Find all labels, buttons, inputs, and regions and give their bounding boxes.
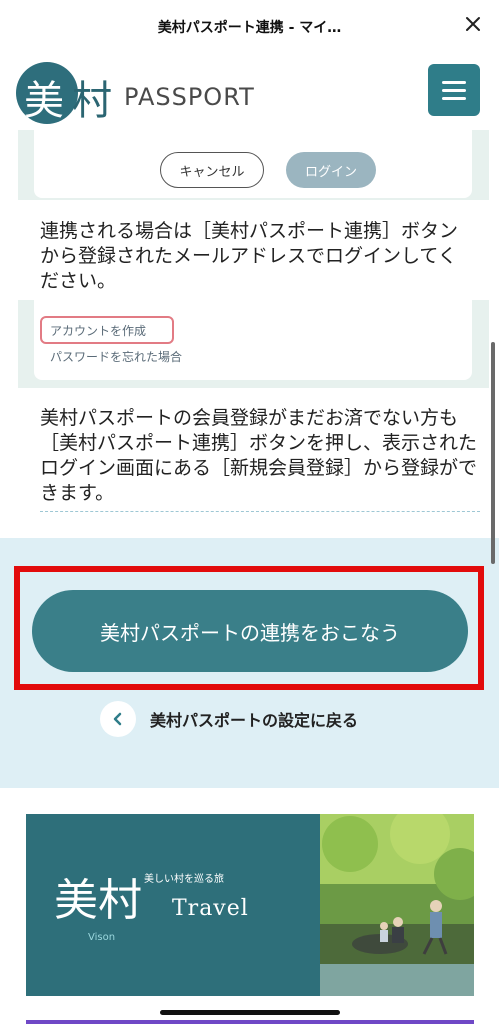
page-title: 美村パスポート連携 - マイ… <box>157 20 342 36</box>
hamburger-icon-bar <box>442 89 466 92</box>
login-button[interactable]: ログイン <box>286 152 376 188</box>
account-links-card: アカウントを作成 パスワードを忘れた場合 <box>34 300 472 380</box>
link-passport-button[interactable]: 美村パスポートの連携をおこなう <box>32 590 468 672</box>
hamburger-icon <box>442 81 466 84</box>
logo-kanji-2: 村 <box>72 78 112 124</box>
menu-button[interactable] <box>428 64 480 116</box>
banner-travel: Travel <box>172 896 249 921</box>
home-indicator[interactable] <box>160 1010 340 1015</box>
instruction-text-1: 連携される場合は［美村パスポート連携］ボタンから登録されたメールアドレスでログイ… <box>40 220 459 292</box>
banner-subtitle: 美しい村を巡る旅 <box>144 874 224 885</box>
back-link-label: 美村パスポートの設定に戻る <box>150 711 359 730</box>
logo-kanji: 美 <box>24 78 64 124</box>
site-header: 美 村 PASSPORT <box>0 56 499 130</box>
login-card: キャンセル ログイン <box>34 130 472 198</box>
forest-photo <box>320 814 474 996</box>
hamburger-icon-bar <box>442 97 466 100</box>
forgot-password-link[interactable]: パスワードを忘れた場合 <box>50 348 182 365</box>
chevron-left-icon <box>100 701 136 737</box>
banner-vison: Vison <box>88 932 116 943</box>
account-links-container: アカウントを作成 パスワードを忘れた場合 <box>18 300 489 388</box>
site-logo[interactable]: 美 村 PASSPORT <box>16 60 256 124</box>
travel-banner[interactable]: 美村 美しい村を巡る旅 Travel Vison <box>26 814 474 996</box>
divider <box>40 511 480 512</box>
back-to-settings-link[interactable]: 美村パスポートの設定に戻る <box>100 700 358 738</box>
bottom-accent-bar <box>26 1020 474 1024</box>
close-icon[interactable] <box>461 12 485 36</box>
main-content: キャンセル ログイン 連携される場合は［美村パスポート連携］ボタンから登録された… <box>0 130 499 1024</box>
logo-wordmark: PASSPORT <box>124 83 255 111</box>
instruction-text-2: 美村パスポートの会員登録がまだお済でない方も［美村パスポート連携］ボタンを押し、… <box>40 407 478 504</box>
banner-title: 美村 <box>54 875 142 926</box>
cancel-button[interactable]: キャンセル <box>160 152 264 188</box>
scrollbar[interactable] <box>491 342 495 564</box>
browser-bar: 美村パスポート連携 - マイ… <box>0 0 499 56</box>
login-card-container: キャンセル ログイン <box>18 130 489 200</box>
create-account-link[interactable]: アカウントを作成 <box>40 316 174 344</box>
